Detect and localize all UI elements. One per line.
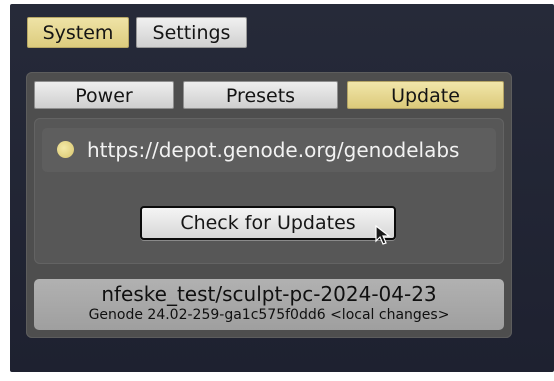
mouse-cursor-icon (375, 224, 391, 245)
tab-system[interactable]: System (27, 17, 129, 48)
version-info: nfeske_test/sculpt-pc-2024-04-23 Genode … (34, 279, 504, 330)
desktop-area: System Settings Power Presets Update htt… (10, 4, 554, 372)
genode-build: Genode 24.02-259-ga1c575f0dd6 <local cha… (88, 307, 450, 323)
tab-presets[interactable]: Presets (183, 81, 338, 109)
depot-url-row[interactable]: https://depot.genode.org/genodelabs (42, 128, 496, 172)
system-panel: Power Presets Update https://depot.genod… (26, 72, 512, 338)
window-frame: System Settings Power Presets Update htt… (0, 0, 554, 381)
tab-power[interactable]: Power (34, 81, 174, 109)
status-indicator-icon (57, 141, 74, 158)
tab-update[interactable]: Update (347, 81, 504, 109)
depot-url: https://depot.genode.org/genodelabs (87, 138, 460, 162)
tab-settings[interactable]: Settings (136, 17, 247, 48)
update-section: https://depot.genode.org/genodelabs Chec… (34, 118, 504, 264)
check-for-updates-button[interactable]: Check for Updates (140, 206, 396, 240)
image-version: nfeske_test/sculpt-pc-2024-04-23 (101, 282, 437, 306)
